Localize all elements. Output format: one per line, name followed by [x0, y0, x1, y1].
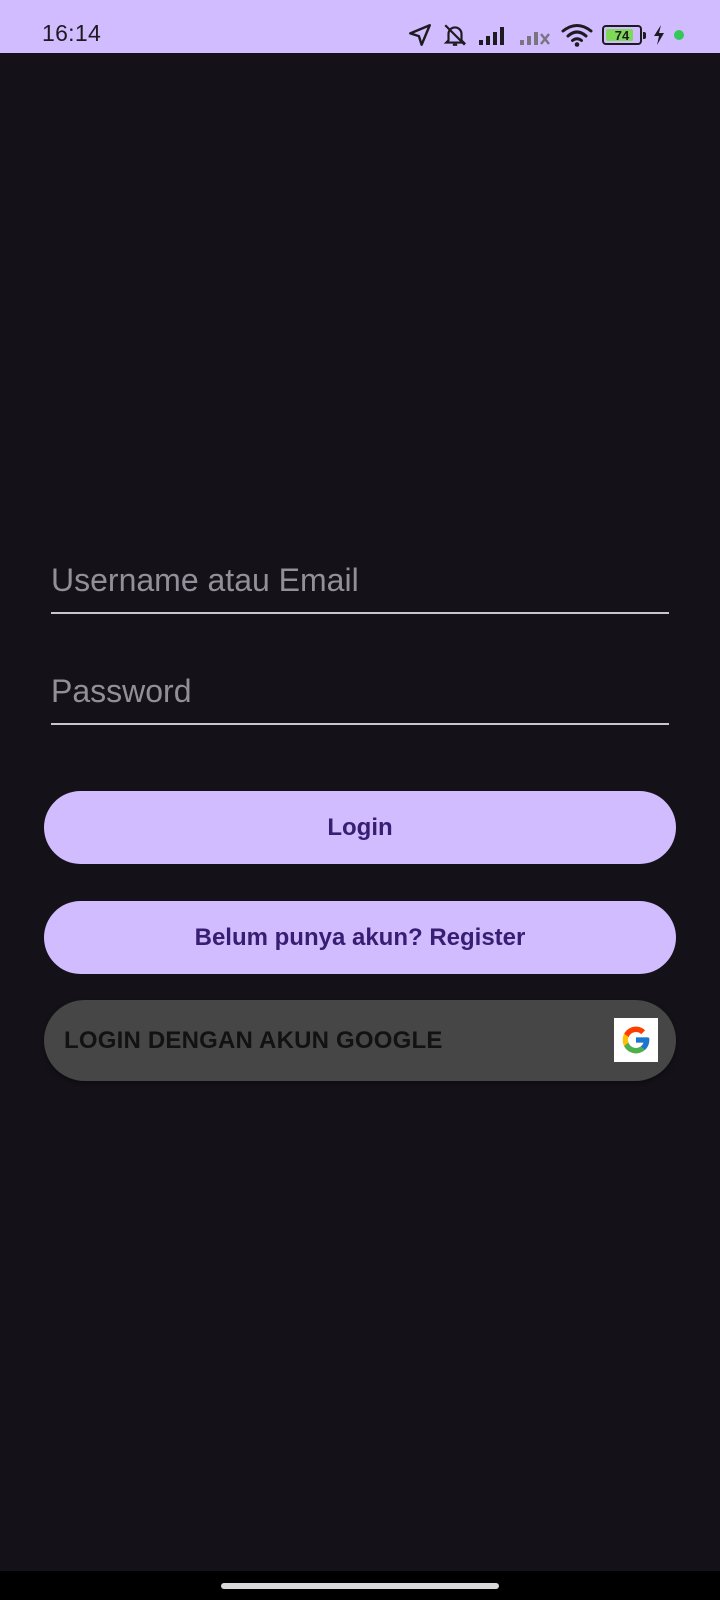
google-login-button[interactable]: LOGIN DENGAN AKUN GOOGLE — [44, 1000, 676, 1081]
status-icons: 74 — [407, 18, 684, 52]
status-time: 16:14 — [42, 20, 102, 46]
status-bar: 16:14 74 — [0, 0, 720, 53]
signal-icon — [479, 27, 504, 45]
login-button[interactable]: Login — [44, 791, 676, 864]
signal-no-service-icon — [520, 32, 550, 45]
google-login-label: LOGIN DENGAN AKUN GOOGLE — [64, 1027, 443, 1054]
google-logo-box — [614, 1018, 658, 1062]
navigation-bar — [0, 1571, 720, 1600]
google-g-icon — [622, 1026, 650, 1054]
login-screen: 16:14 74 Username atau Email Login Belum… — [0, 0, 720, 1600]
location-arrow-icon — [409, 24, 431, 46]
battery-cap — [643, 32, 646, 39]
home-gesture-handle[interactable] — [221, 1583, 499, 1589]
password-input[interactable] — [51, 667, 669, 723]
charging-bolt-icon — [654, 25, 664, 45]
battery-icon: 74 — [602, 25, 646, 45]
privacy-dot-icon — [674, 30, 684, 40]
bell-muted-icon — [443, 24, 467, 46]
username-field[interactable] — [51, 556, 669, 614]
register-button[interactable]: Belum punya akun? Register — [44, 901, 676, 974]
wifi-icon — [561, 24, 593, 47]
username-input[interactable] — [51, 556, 669, 612]
battery-level: 74 — [614, 27, 630, 43]
password-field[interactable] — [51, 667, 669, 725]
